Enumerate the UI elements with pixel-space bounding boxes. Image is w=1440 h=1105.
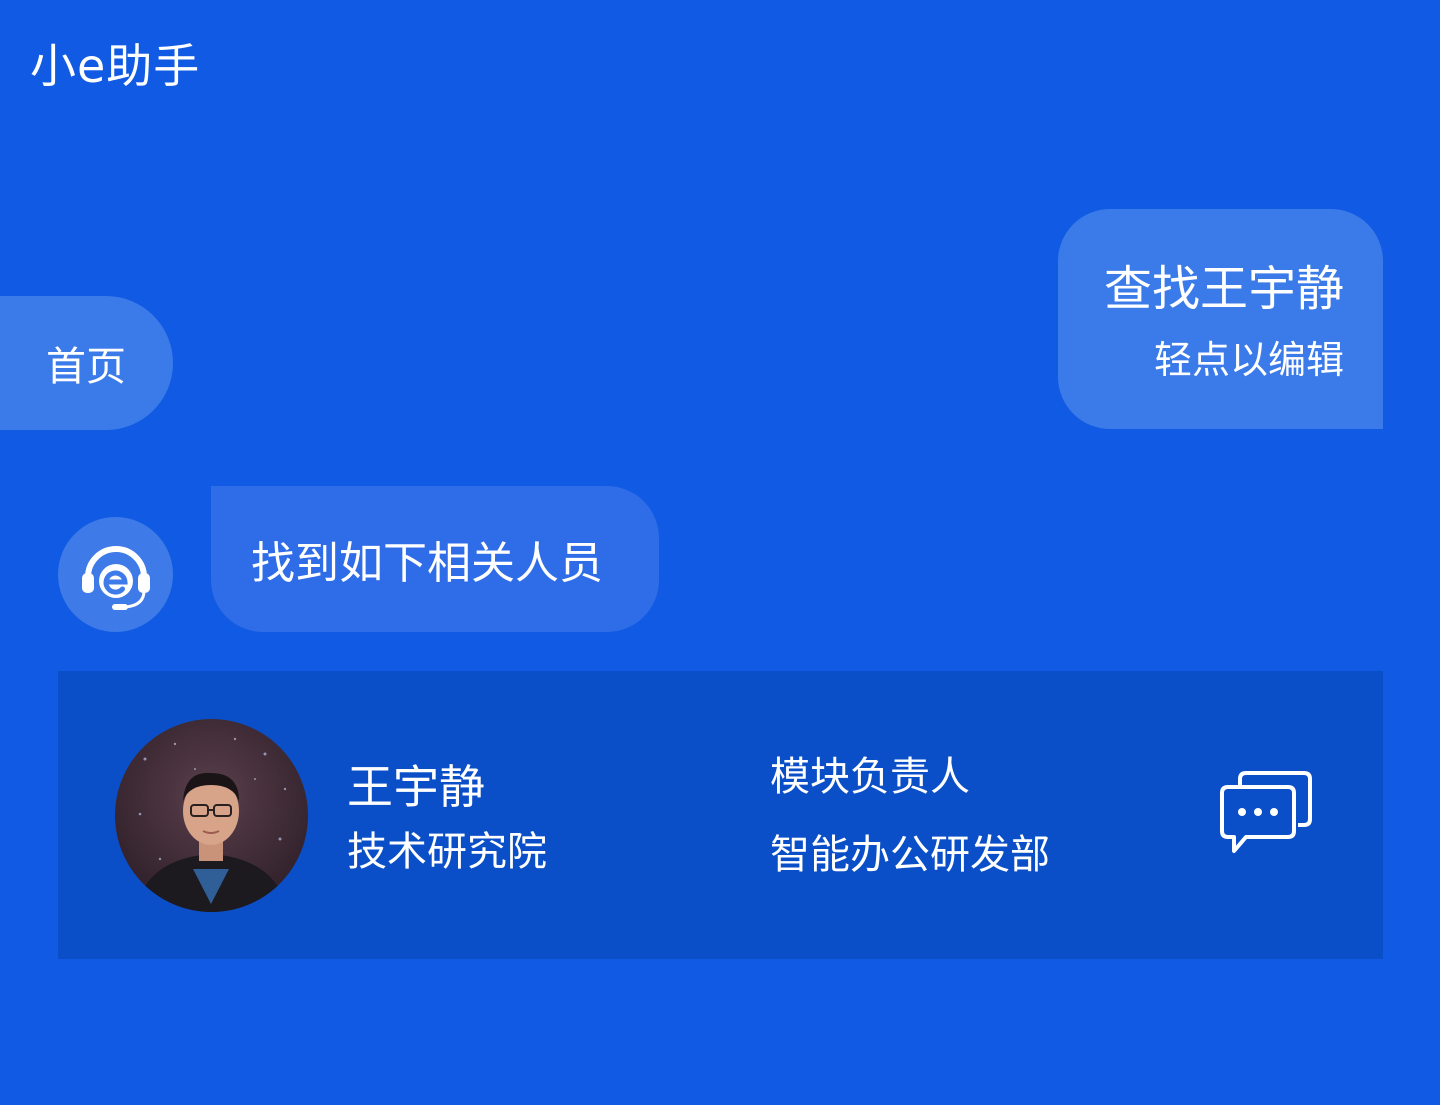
person-department: 智能办公研发部 [770, 832, 1050, 878]
tap-to-edit-hint: 轻点以编辑 [1153, 338, 1344, 382]
person-photo [115, 719, 308, 912]
assistant-message-bubble: 找到如下相关人员 [211, 486, 659, 632]
app-title: 小e助手 [30, 39, 201, 93]
person-role: 模块负责人 [770, 754, 970, 800]
home-button[interactable]: 首页 [0, 296, 173, 430]
headset-e-logo-icon [81, 545, 150, 610]
person-photo-image [115, 719, 308, 912]
person-organization: 技术研究院 [347, 829, 547, 875]
person-result-card[interactable]: 王宇静 技术研究院 模块负责人 智能办公研发部 [58, 671, 1383, 959]
user-message-bubble[interactable]: 查找王宇静 轻点以编辑 [1058, 209, 1383, 429]
send-message-button[interactable] [1218, 769, 1318, 859]
home-button-label: 首页 [46, 344, 126, 390]
user-message-text: 查找王宇静 [1103, 261, 1344, 317]
chat-bubbles-icon [1220, 771, 1312, 853]
assistant-avatar [58, 517, 173, 632]
person-name: 王宇静 [347, 760, 485, 814]
assistant-message-text: 找到如下相关人员 [251, 538, 603, 589]
